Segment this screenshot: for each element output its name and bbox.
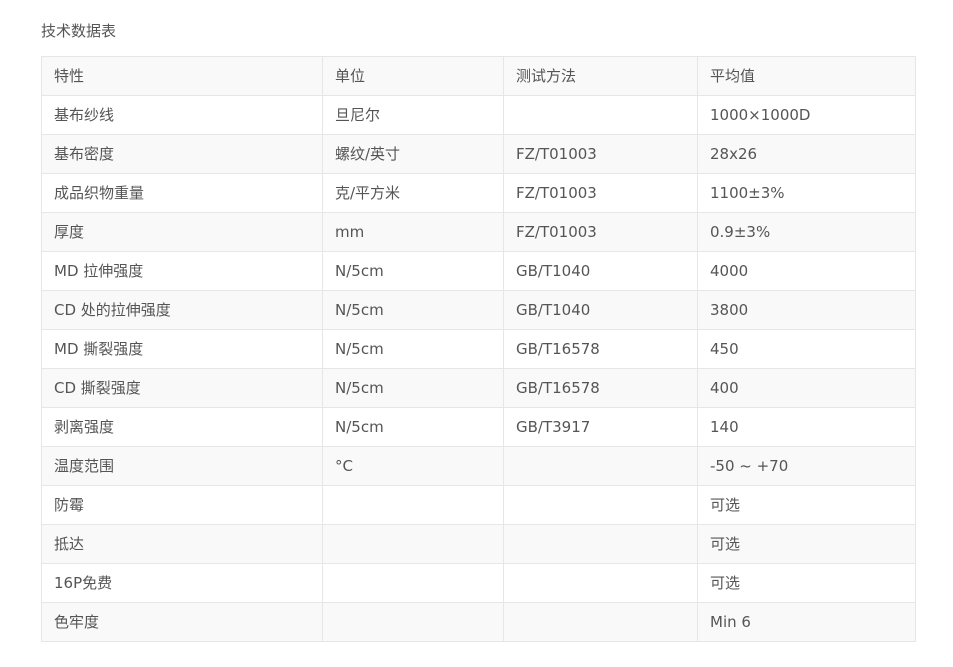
average-value-cell: 0.9±3% (697, 212, 916, 252)
page: 技术数据表 特性 单位 测试方法 平均值 基布纱线 旦尼尔 1000×1000D 基布密度 螺纹… (0, 0, 953, 667)
table-row: 抵达 可选 (41, 524, 916, 564)
table-row: 色牢度 Min 6 (41, 602, 916, 642)
test-method-cell: FZ/T01003 (503, 134, 698, 174)
unit-cell: N/5cm (322, 407, 504, 447)
average-value-cell: 1100±3% (697, 173, 916, 213)
unit-cell (322, 485, 504, 525)
unit-cell: mm (322, 212, 504, 252)
property-cell: CD 撕裂强度 (41, 368, 323, 408)
table-row: 基布纱线 旦尼尔 1000×1000D (41, 95, 916, 135)
header-test-method-cell: 测试方法 (503, 56, 698, 96)
test-method-cell: GB/T16578 (503, 329, 698, 369)
page-title: 技术数据表 (41, 22, 117, 40)
unit-cell (322, 563, 504, 603)
average-value-cell: 可选 (697, 524, 916, 564)
average-value-cell: 140 (697, 407, 916, 447)
property-cell: 温度范围 (41, 446, 323, 486)
test-method-cell: FZ/T01003 (503, 173, 698, 213)
average-value-cell: 400 (697, 368, 916, 408)
average-value-cell: 1000×1000D (697, 95, 916, 135)
unit-cell (322, 524, 504, 564)
average-value-cell: 4000 (697, 251, 916, 291)
header-unit-cell: 单位 (322, 56, 504, 96)
unit-cell: 螺纹/英寸 (322, 134, 504, 174)
test-method-cell (503, 602, 698, 642)
table-row: 剥离强度 N/5cm GB/T3917 140 (41, 407, 916, 447)
table-row: CD 撕裂强度 N/5cm GB/T16578 400 (41, 368, 916, 408)
table-row: 16P免费 可选 (41, 563, 916, 603)
property-cell: MD 撕裂强度 (41, 329, 323, 369)
test-method-cell (503, 524, 698, 564)
property-cell: 成品织物重量 (41, 173, 323, 213)
unit-cell: N/5cm (322, 290, 504, 330)
tech-data-table: 特性 单位 测试方法 平均值 基布纱线 旦尼尔 1000×1000D 基布密度 螺纹/英寸 FZ/… (41, 56, 916, 642)
property-cell: MD 拉伸强度 (41, 251, 323, 291)
property-cell: 基布密度 (41, 134, 323, 174)
property-cell: 防霉 (41, 485, 323, 525)
property-cell: 厚度 (41, 212, 323, 252)
unit-cell: N/5cm (322, 329, 504, 369)
table-header-row: 特性 单位 测试方法 平均值 (41, 56, 916, 96)
property-cell: CD 处的拉伸强度 (41, 290, 323, 330)
unit-cell: N/5cm (322, 368, 504, 408)
test-method-cell: FZ/T01003 (503, 212, 698, 252)
test-method-cell (503, 563, 698, 603)
test-method-cell: GB/T1040 (503, 290, 698, 330)
property-cell: 色牢度 (41, 602, 323, 642)
unit-cell: 克/平方米 (322, 173, 504, 213)
unit-cell: 旦尼尔 (322, 95, 504, 135)
table-row: 厚度 mm FZ/T01003 0.9±3% (41, 212, 916, 252)
test-method-cell (503, 446, 698, 486)
test-method-cell: GB/T1040 (503, 251, 698, 291)
table-row: MD 撕裂强度 N/5cm GB/T16578 450 (41, 329, 916, 369)
unit-cell (322, 602, 504, 642)
table-row: 成品织物重量 克/平方米 FZ/T01003 1100±3% (41, 173, 916, 213)
unit-cell: °C (322, 446, 504, 486)
table-row: 基布密度 螺纹/英寸 FZ/T01003 28x26 (41, 134, 916, 174)
header-property-cell: 特性 (41, 56, 323, 96)
average-value-cell: 3800 (697, 290, 916, 330)
average-value-cell: 28x26 (697, 134, 916, 174)
table-body: 特性 单位 测试方法 平均值 基布纱线 旦尼尔 1000×1000D 基布密度 螺纹/英寸 FZ/… (41, 56, 916, 642)
test-method-cell (503, 95, 698, 135)
unit-cell: N/5cm (322, 251, 504, 291)
test-method-cell: GB/T16578 (503, 368, 698, 408)
table-row: CD 处的拉伸强度 N/5cm GB/T1040 3800 (41, 290, 916, 330)
property-cell: 基布纱线 (41, 95, 323, 135)
property-cell: 剥离强度 (41, 407, 323, 447)
header-average-value-cell: 平均值 (697, 56, 916, 96)
test-method-cell (503, 485, 698, 525)
average-value-cell: 可选 (697, 563, 916, 603)
property-cell: 抵达 (41, 524, 323, 564)
average-value-cell: -50 ~ +70 (697, 446, 916, 486)
property-cell: 16P免费 (41, 563, 323, 603)
table-row: 防霉 可选 (41, 485, 916, 525)
table-row: 温度范围 °C -50 ~ +70 (41, 446, 916, 486)
table-row: MD 拉伸强度 N/5cm GB/T1040 4000 (41, 251, 916, 291)
average-value-cell: 450 (697, 329, 916, 369)
average-value-cell: Min 6 (697, 602, 916, 642)
test-method-cell: GB/T3917 (503, 407, 698, 447)
average-value-cell: 可选 (697, 485, 916, 525)
